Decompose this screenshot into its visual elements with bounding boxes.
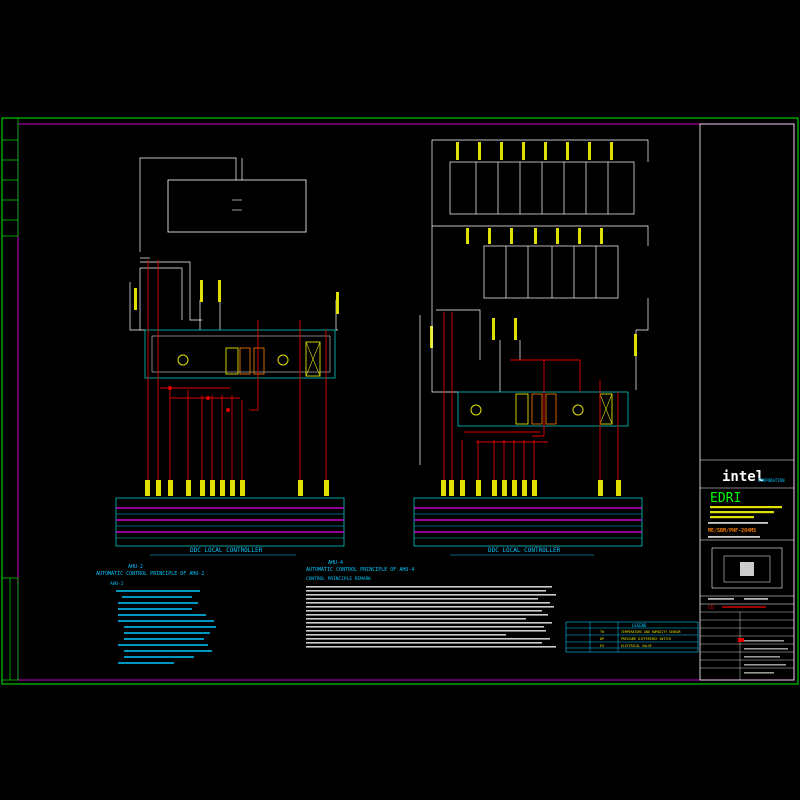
- legend-desc-2: PRESSURE DIFFERENCE SWITCH: [621, 637, 671, 641]
- ahu-4-heading-cn: AHU-4: [328, 560, 343, 566]
- drawing-number: ME/SBM/PHF-204MS: [708, 528, 756, 534]
- ahu-2-signal-lines: [147, 260, 327, 480]
- ahu-4-heading-en: AUTOMATIC CONTROL PRINCIPLE OF AHU-4: [306, 567, 414, 573]
- intel-logo-sub: CORPORATION: [758, 478, 785, 483]
- ahu-2-room-box: [167, 179, 307, 233]
- ahu-2-diagram: DDC LOCAL CONTROLLER: [115, 157, 345, 556]
- firm-name: EDRI: [710, 491, 741, 506]
- ahu-4-remark-heading: CONTROL PRINCIPLE REMARK: [306, 576, 371, 582]
- legend-symbol-3: EV: [600, 644, 605, 648]
- legend-desc-1: TEMPERATURE AND HUMIDITY SENSOR: [621, 630, 681, 634]
- legend-symbol-2: DP: [600, 637, 604, 641]
- ahu-4-notes: AHU-4 AUTOMATIC CONTROL PRINCIPLE OF AHU…: [306, 560, 556, 648]
- left-margin-strip: [1, 117, 19, 681]
- project-code: CD: [708, 605, 714, 611]
- title-block: intel CORPORATION EDRI ME/SBM/PHF-204MS …: [699, 123, 795, 681]
- ahu-4-signal-lines: [443, 312, 619, 480]
- legend-table: LEGEND TH TEMPERATURE AND HUMIDITY SENSO…: [565, 621, 699, 653]
- ahu-2-coil: [225, 347, 239, 375]
- ahu-2-heading-cn: AHU-2: [128, 564, 143, 570]
- ahu-4-ddc-controller: [413, 497, 643, 547]
- ahu-4-controller-title: DDC LOCAL CONTROLLER: [488, 547, 561, 554]
- ahu-4-unit: [457, 391, 629, 427]
- cad-drawing-sheet: DDC LOCAL CONTROLLER DDC LOCAL CONTROLLE…: [1, 117, 799, 685]
- legend-desc-3: ELECTRICAL VALVE: [621, 644, 652, 648]
- legend-symbol-1: TH: [600, 630, 604, 634]
- ahu-2-ddc-controller: [115, 497, 345, 547]
- ahu-2-notes: AHU-2 AUTOMATIC CONTROL PRINCIPLE OF AHU…: [96, 564, 216, 664]
- ahu-2-controller-title: DDC LOCAL CONTROLLER: [190, 547, 263, 554]
- ahu-2-notes-heading: AHU-2: [110, 581, 124, 587]
- legend-title: LEGEND: [632, 623, 647, 628]
- ahu-2-fan: [177, 354, 189, 366]
- ahu-2-heading-en: AUTOMATIC CONTROL PRINCIPLE OF AHU-2: [96, 571, 204, 577]
- ahu-4-diagram: DDC LOCAL CONTROLLER: [413, 139, 649, 556]
